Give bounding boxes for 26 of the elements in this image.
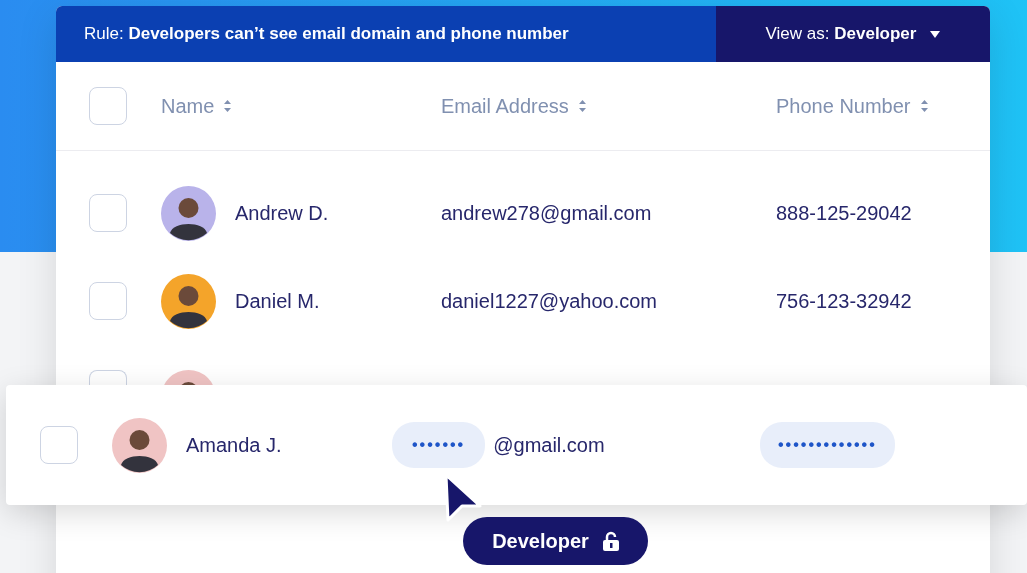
row-checkbox[interactable] (40, 426, 78, 464)
name-cell: Amanda J. (186, 433, 282, 457)
select-all-checkbox[interactable] (89, 87, 127, 125)
sort-icon (920, 100, 928, 112)
email-cell-text: andrew278@gmail.com (441, 201, 653, 225)
column-header[interactable]: Email Address (441, 94, 776, 118)
phone-cell-text: 756-123-32942 (776, 289, 913, 313)
masked-email: ••••••• (392, 422, 486, 468)
rule-text: Rule: Developers can’t see email domain and phone number (56, 6, 716, 62)
role-tag: Developer (463, 517, 648, 565)
name-cell: Andrew D. (235, 201, 329, 225)
row-checkbox[interactable] (89, 194, 127, 232)
row-checkbox[interactable] (89, 282, 127, 320)
lock-icon (602, 531, 619, 551)
email-cell-text: daniel1227@yahoo.com (441, 289, 658, 313)
column-header[interactable]: Phone Number (776, 94, 990, 118)
masked-phone: ••••••••••••• (760, 422, 895, 468)
sort-icon (578, 100, 586, 112)
view-as-dropdown[interactable]: View as: Developer (716, 6, 990, 62)
sort-icon (224, 100, 232, 112)
row-checkbox[interactable] (89, 370, 127, 386)
email-domain: @gmail.com (493, 433, 605, 457)
caret-icon (930, 30, 941, 38)
column-header[interactable]: Name (161, 94, 441, 118)
name-cell: Daniel M. (235, 289, 320, 313)
phone-cell-text: 888-125-29042 (776, 201, 913, 225)
